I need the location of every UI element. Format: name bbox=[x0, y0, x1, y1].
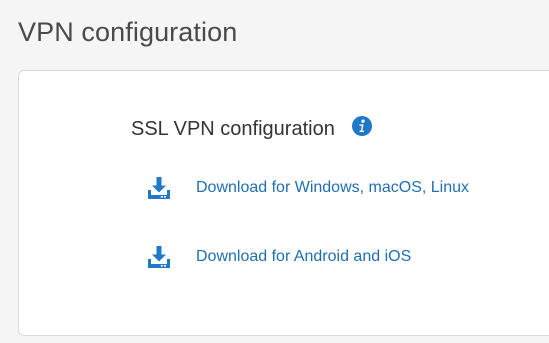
info-icon[interactable] bbox=[351, 116, 372, 136]
ssl-vpn-section-header: SSL VPN configuration bbox=[131, 116, 372, 142]
vpn-configuration-card: SSL VPN configuration Download for Windo… bbox=[18, 70, 549, 336]
download-icon bbox=[147, 176, 171, 200]
ssl-vpn-title: SSL VPN configuration bbox=[131, 118, 335, 140]
download-windows-macos-linux-label: Download for Windows, macOS, Linux bbox=[196, 179, 469, 196]
download-windows-macos-linux-link[interactable]: Download for Windows, macOS, Linux bbox=[147, 176, 469, 200]
download-android-ios-label: Download for Android and iOS bbox=[196, 248, 412, 265]
page-title: VPN configuration bbox=[18, 17, 238, 47]
download-android-ios-link[interactable]: Download for Android and iOS bbox=[147, 245, 411, 269]
download-icon bbox=[147, 245, 171, 269]
